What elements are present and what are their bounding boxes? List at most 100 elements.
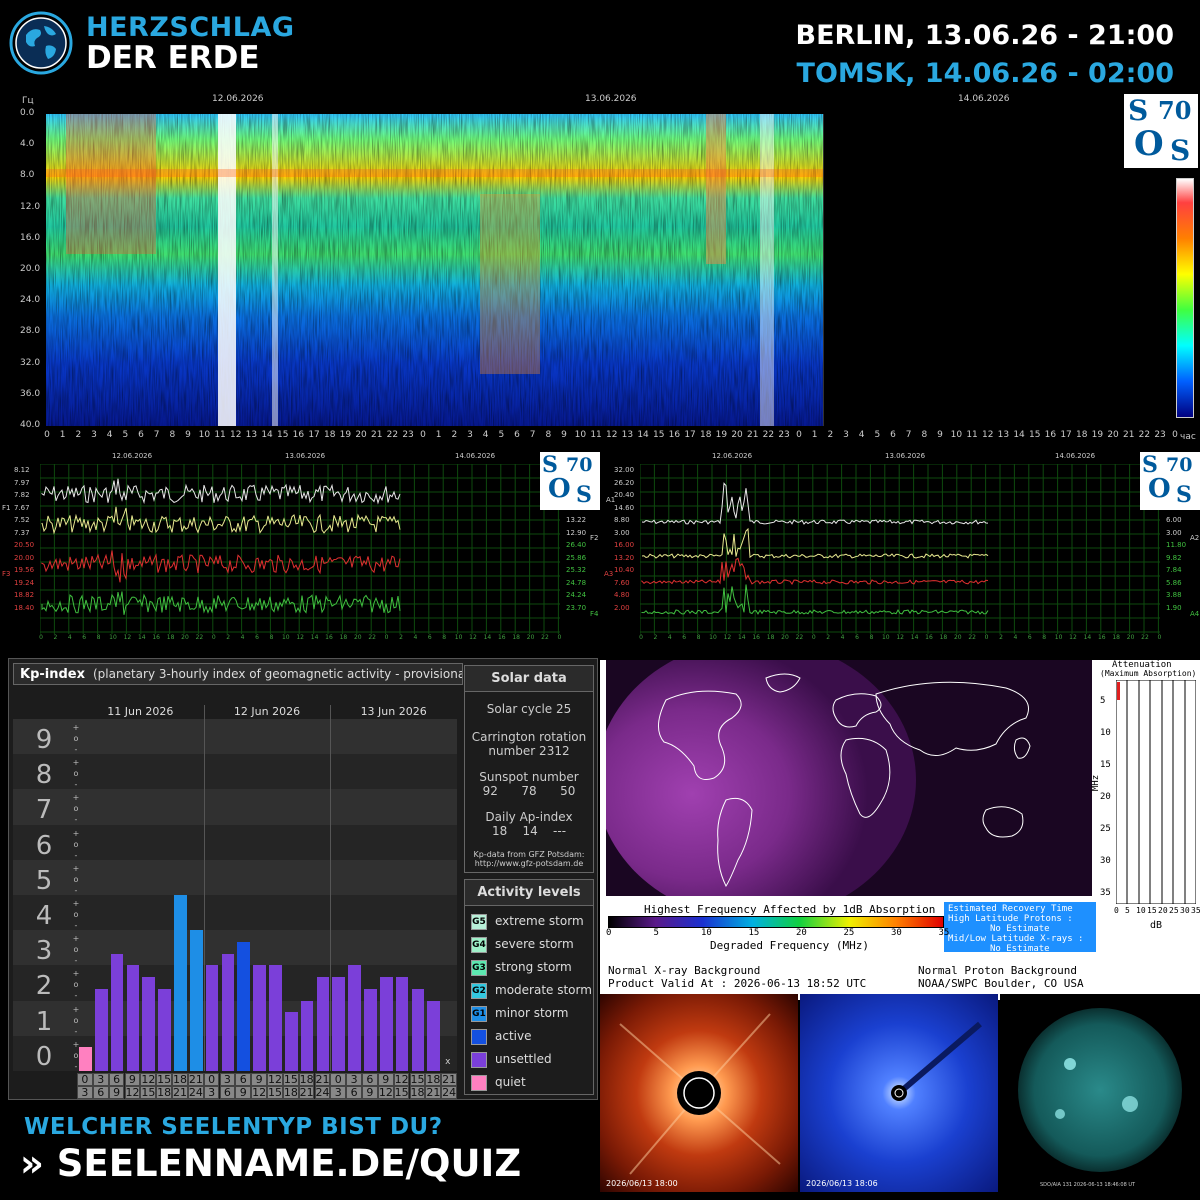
- kp-slot-start: 21: [187, 1073, 204, 1086]
- brand-line-2: DER ERDE: [86, 40, 260, 76]
- kp-day-separator: [330, 705, 332, 1071]
- amp-x-tick: 8: [1042, 634, 1047, 641]
- spectrogram-x-tick: 7: [905, 430, 912, 440]
- spectrogram-x-tick: 15: [1029, 430, 1041, 440]
- att-x-tick: 15: [1147, 906, 1157, 915]
- att-y-tick: 20: [1100, 792, 1111, 802]
- spectrogram-x-tick: 4: [482, 430, 489, 440]
- att-x-tick: 5: [1125, 906, 1130, 915]
- kp-slot-start: 9: [124, 1073, 141, 1086]
- amp-series-2: [641, 527, 989, 559]
- freq-x-tick: 10: [454, 634, 463, 641]
- kp-slot-start: 12: [140, 1073, 157, 1086]
- tomsk-time: TOMSK, 14.06.26 - 02:00: [796, 58, 1174, 89]
- kp-slot-start: 21: [314, 1073, 331, 1086]
- spectrogram-x-tick: 6: [890, 430, 896, 440]
- kp-bar: [205, 965, 219, 1071]
- activity-swatch: G1: [471, 1005, 487, 1022]
- amp-x-tick: 22: [968, 634, 976, 641]
- spectrogram-x-tick: 6: [514, 430, 520, 440]
- spectrogram-x-tick: 9: [561, 430, 567, 440]
- kp-sub-tick: o: [73, 804, 79, 814]
- spectrogram-x-tick: 10: [198, 430, 211, 440]
- amp-x-tick: 22: [1141, 634, 1149, 641]
- spectrogram-x-tick: 23: [778, 430, 790, 440]
- kp-sub-tick: o: [73, 910, 79, 919]
- recovery-mid-lat: Mid/Low Latitude X-rays :: [948, 934, 1084, 944]
- freq-x-tick: 20: [181, 634, 189, 641]
- kp-sub-tick: -: [74, 780, 78, 790]
- kp-slot-start: 3: [346, 1073, 362, 1086]
- activity-swatch: [471, 1051, 487, 1068]
- recovery-title: Estimated Recovery Time: [948, 904, 1073, 914]
- kp-level-label: 0: [35, 1041, 53, 1072]
- kp-level-label: 1: [35, 1006, 53, 1037]
- freq-x-tick: 18: [512, 634, 520, 641]
- amp-x-tick: 4: [667, 634, 672, 641]
- spectrogram-x-tick: 5: [122, 430, 129, 440]
- kp-bar: [332, 977, 346, 1071]
- amp-left-tick: 13.20: [614, 553, 635, 562]
- kp-bar: [79, 1047, 92, 1071]
- spectrogram-x-tick: 1: [811, 430, 818, 440]
- freq-left-tick: 18.82: [14, 591, 35, 599]
- freq-left-tick: 8.12: [14, 466, 30, 474]
- freq-x-tick: 0: [384, 634, 389, 641]
- spectrogram-x-tick: 13: [245, 430, 258, 440]
- spectrogram-x-tick: 22: [386, 430, 399, 440]
- activity-level-item: G4 severe storm: [471, 935, 574, 955]
- spectrogram-x-tick: 12: [606, 430, 618, 440]
- kp-sub-tick: +: [72, 723, 80, 732]
- amp-right-tick: 7.84: [1166, 566, 1182, 574]
- kp-slot-start: 12: [393, 1073, 410, 1086]
- recovery-box: Estimated Recovery Time High Latitude Pr…: [944, 902, 1096, 954]
- spectrogram-x-tick: 15: [653, 430, 665, 440]
- world-map: [606, 660, 1092, 896]
- spectrogram-date-1: 12.06.2026: [212, 94, 264, 104]
- ap-label: Daily Ap-index: [485, 810, 573, 824]
- kp-level-label: 3: [35, 936, 53, 967]
- freq-label-f2: F2: [590, 534, 599, 542]
- spectrogram-y-tick: 40.0: [20, 420, 41, 430]
- sos-logo-amp: S 70 O S: [1140, 452, 1200, 510]
- spectrogram-x-tick: 13: [621, 430, 634, 440]
- kp-day-header: 12 Jun 2026: [233, 705, 301, 718]
- activity-label: strong storm: [495, 960, 572, 974]
- drap-map-panel: Attenuation (Maximum Absorption) MHz dB …: [600, 660, 1200, 1000]
- kp-slot-start: 0: [203, 1073, 220, 1086]
- activity-label: extreme storm: [495, 914, 584, 928]
- freq-x-tick: 22: [541, 634, 549, 641]
- drap-scale-tick: 20: [796, 928, 807, 938]
- drap-scale-tick: 10: [701, 928, 712, 938]
- amp-x-tick: 12: [1069, 634, 1077, 641]
- kp-slot-start: 3: [219, 1073, 236, 1086]
- amp-series-4: [641, 584, 989, 615]
- kp-slot-start: 9: [377, 1073, 394, 1086]
- kp-slot-end: 21: [425, 1086, 442, 1099]
- amp-date-2: 13.06.2026: [885, 452, 926, 460]
- kp-slot-end: 6: [346, 1086, 362, 1099]
- activity-swatch: [471, 1028, 487, 1045]
- kp-slot-start: 12: [267, 1073, 283, 1086]
- amp-x-tick: 4: [840, 634, 845, 641]
- solar-data-box: Solar data Solar cycle 25 Carrington rot…: [464, 665, 594, 873]
- kp-slot-start: 6: [108, 1073, 125, 1086]
- sunspot-values: 92 78 50: [482, 784, 576, 798]
- kp-slot-start: 15: [282, 1073, 299, 1086]
- amp-x-tick: 14: [910, 634, 919, 641]
- kp-bar: [158, 988, 171, 1071]
- spectrogram-x-tick: 7: [529, 430, 536, 440]
- kp-sub-tick: o: [73, 1015, 79, 1025]
- solar-cycle: Solar cycle 25: [486, 702, 572, 716]
- freq-x-tick: 6: [82, 634, 87, 641]
- kp-level-label: 7: [35, 795, 53, 826]
- spectrogram-x-tick: 15: [277, 430, 289, 440]
- kp-level-label: 4: [35, 901, 53, 931]
- kp-slot-end: 18: [282, 1086, 299, 1099]
- quiz-link[interactable]: » SEELENNAME.DE/QUIZ: [20, 1142, 521, 1185]
- kp-slot-start: 6: [235, 1073, 252, 1086]
- freq-x-tick: 10: [281, 634, 290, 641]
- amp-x-tick: 6: [682, 634, 687, 641]
- kp-sub-tick: -: [74, 1026, 78, 1036]
- kp-slot-end: 18: [409, 1086, 426, 1099]
